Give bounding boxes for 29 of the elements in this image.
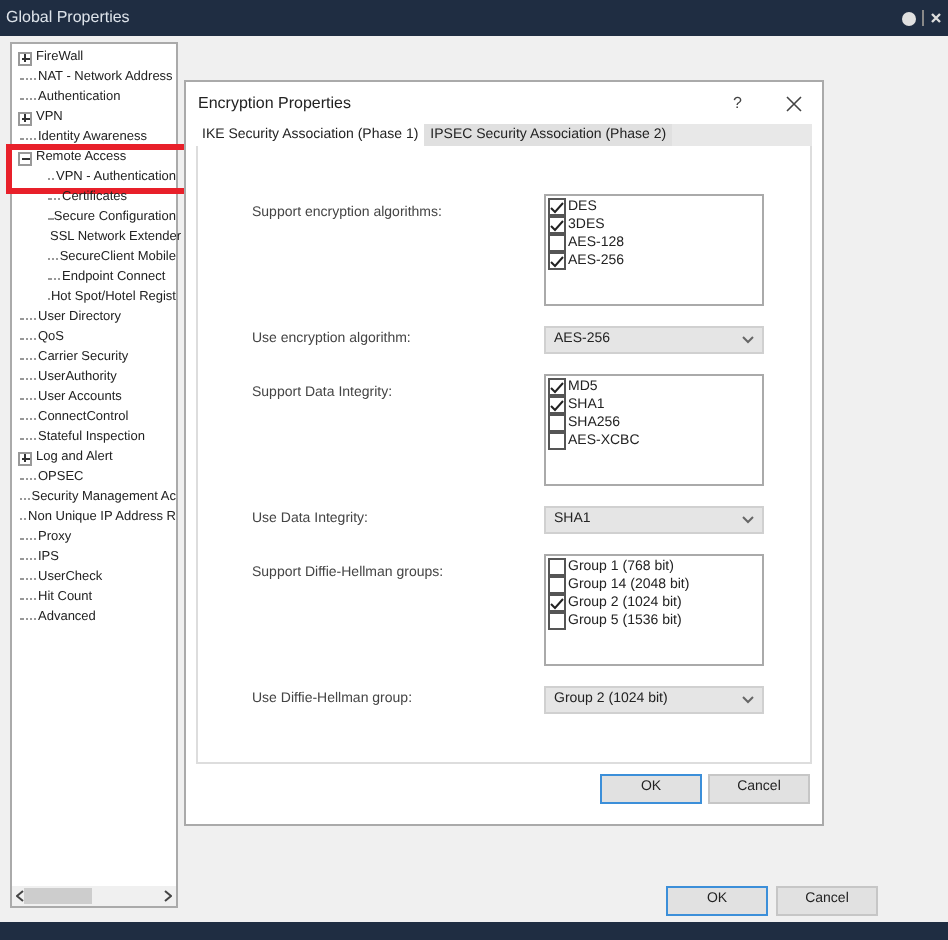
chevron-down-icon (742, 516, 754, 524)
help-button[interactable]: ? (733, 91, 742, 115)
close-icon[interactable] (786, 95, 802, 111)
checkbox[interactable] (548, 252, 566, 270)
expand-icon[interactable] (18, 51, 32, 65)
checkmark-icon (550, 255, 564, 267)
collapse-icon[interactable] (18, 151, 32, 165)
scroll-thumb[interactable] (24, 888, 92, 904)
chevron-down-icon (742, 696, 754, 704)
expand-icon[interactable] (18, 451, 32, 465)
checkbox[interactable] (548, 216, 566, 234)
checkbox[interactable] (548, 612, 566, 630)
checkbox[interactable] (548, 378, 566, 396)
window-title: Global Properties (6, 6, 130, 30)
dialog-title: Encryption Properties (198, 91, 353, 115)
checkbox[interactable] (548, 558, 566, 576)
checkbox[interactable] (548, 576, 566, 594)
checkbox[interactable] (548, 414, 566, 432)
checkbox[interactable] (548, 396, 566, 414)
chevron-down-icon (742, 336, 754, 344)
checkbox[interactable] (548, 594, 566, 612)
checkmark-icon (550, 597, 564, 609)
checkbox[interactable] (548, 234, 566, 252)
checkbox[interactable] (548, 198, 566, 216)
checkbox[interactable] (548, 432, 566, 450)
expand-icon[interactable] (18, 111, 32, 125)
scroll-right-icon[interactable] (164, 890, 172, 902)
scroll-left-icon[interactable] (16, 890, 24, 902)
horizontal-scrollbar[interactable] (12, 886, 176, 906)
